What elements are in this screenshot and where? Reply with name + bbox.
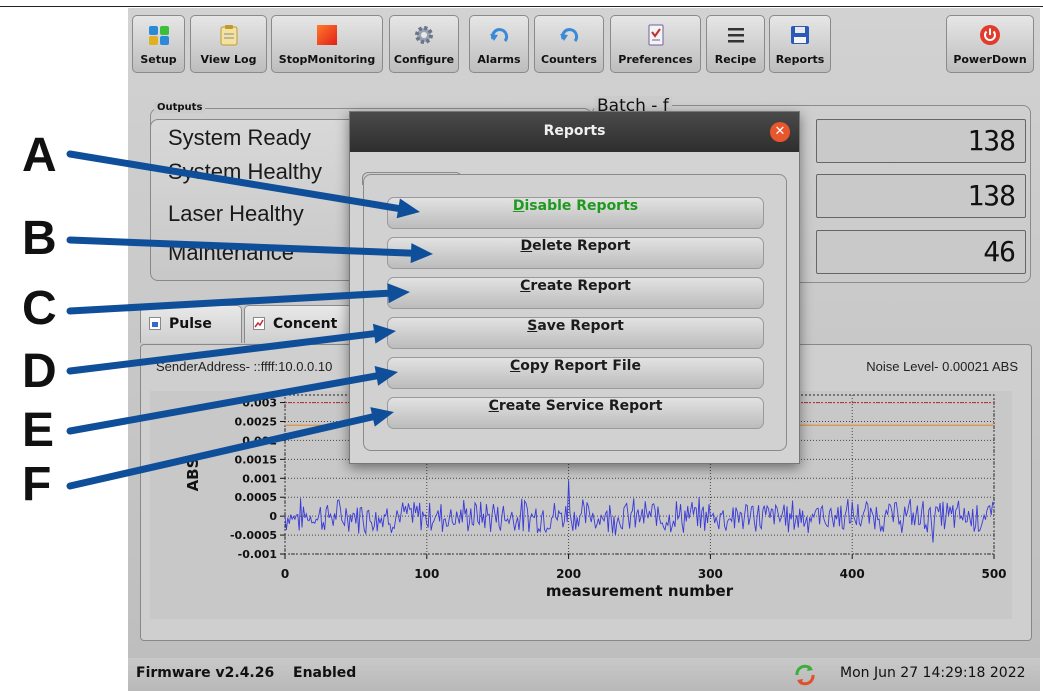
- annotation-arrows: [66, 150, 433, 490]
- annotation-arrow-shaft: [66, 330, 378, 375]
- annotation-arrow-head: [370, 407, 394, 427]
- annotation-arrow-shaft: [66, 236, 415, 257]
- annotation-arrow-head: [396, 198, 420, 219]
- annotation-arrow-head: [372, 323, 396, 344]
- annotation-arrow-head: [410, 243, 433, 264]
- annotation-arrow-shaft: [66, 413, 377, 490]
- annotation-arrow-shaft: [66, 150, 402, 212]
- annotation-arrow-shaft: [66, 372, 380, 435]
- annotation-arrow-head: [387, 283, 410, 304]
- annotation-arrow-head: [374, 366, 398, 386]
- annotation-arrow-shaft: [66, 289, 392, 315]
